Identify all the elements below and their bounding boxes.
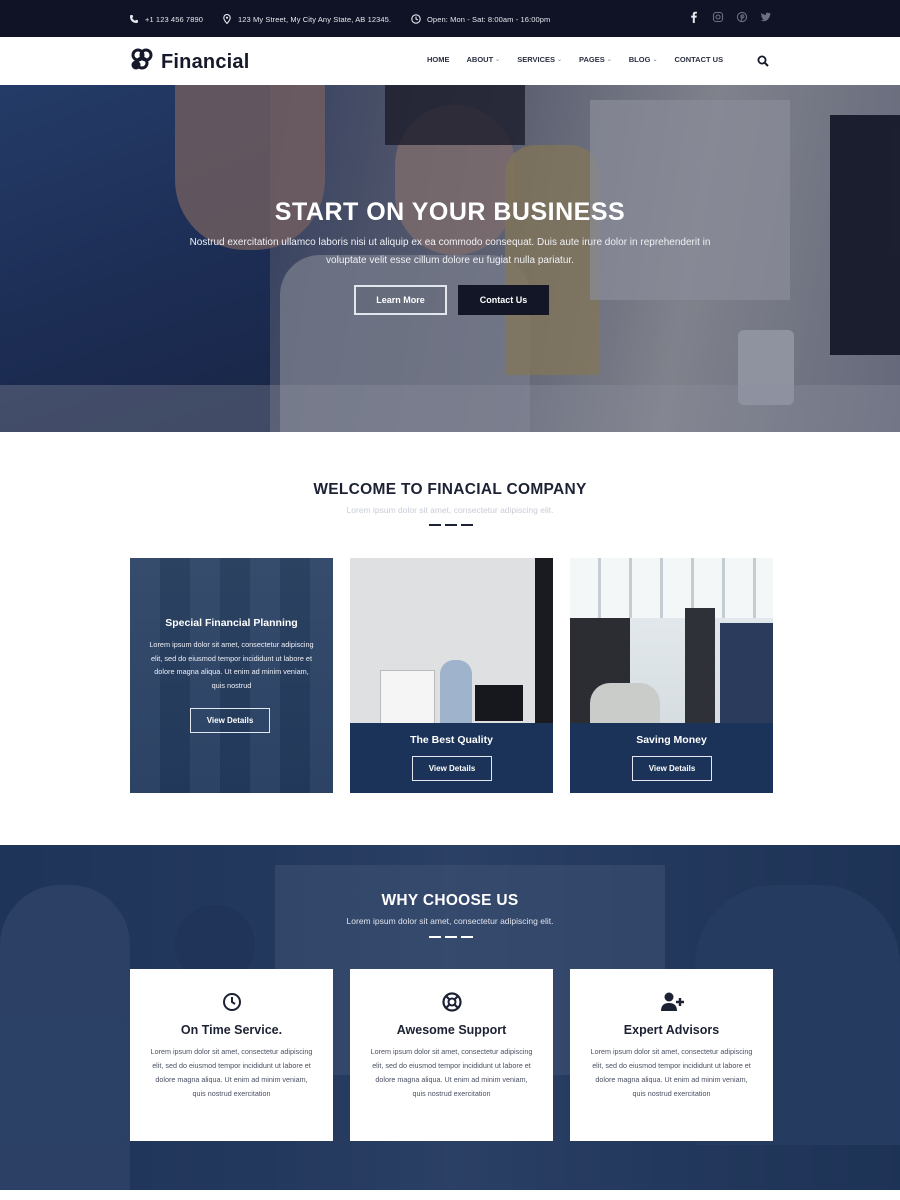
top-info-bar: +1 123 456 7890 123 My Street, My City A… (0, 0, 900, 37)
search-icon[interactable] (757, 54, 769, 67)
hours-text: Open: Mon - Sat: 8:00am - 16:00pm (427, 14, 551, 24)
card-title: Special Financial Planning (165, 617, 298, 629)
card-text: Lorem ipsum dolor sit amet, consectetur … (149, 640, 314, 690)
clock-icon (221, 991, 243, 1013)
social-links (688, 11, 772, 23)
phone-info[interactable]: +1 123 456 7890 (129, 12, 203, 26)
service-card-quality: The Best Quality View Details (350, 558, 553, 793)
welcome-subtitle: Lorem ipsum dolor sit amet, consectetur … (346, 505, 554, 515)
logo-text: Financial (161, 51, 250, 73)
feature-card-on-time: On Time Service. Lorem ipsum dolor sit a… (130, 969, 333, 1141)
feature-text: Lorem ipsum dolor sit amet, consectetur … (150, 1047, 313, 1098)
feature-title: Expert Advisors (623, 1023, 720, 1037)
nav-item-contact[interactable]: CONTACT US (674, 55, 723, 64)
service-card-planning: Special Financial Planning Lorem ipsum d… (130, 558, 333, 793)
card-title: The Best Quality (410, 734, 493, 746)
logo-mark-icon (129, 48, 155, 77)
chevron-down-icon: ⌄ (652, 57, 658, 63)
chevron-down-icon: ⌄ (606, 57, 612, 63)
card-photo-screen (475, 685, 523, 721)
feature-card-support: Awesome Support Lorem ipsum dolor sit am… (350, 969, 553, 1141)
chevron-down-icon: ⌄ (495, 57, 501, 63)
nav-item-blog[interactable]: BLOG ⌄ (629, 55, 658, 64)
facebook-icon[interactable] (688, 11, 700, 23)
card-photo-people-right (720, 623, 773, 723)
user-plus-icon (661, 991, 684, 1013)
site-logo[interactable]: Financial (129, 48, 250, 77)
hero-description: Nostrud exercitation ullamco laboris nis… (189, 237, 711, 266)
address-info: 123 My Street, My City Any State, AB 123… (222, 12, 391, 26)
phone-icon (129, 14, 139, 24)
twitter-icon[interactable] (760, 11, 772, 23)
hero-title: START ON YOUR BUSINESS (274, 198, 626, 226)
hero-banner: START ON YOUR BUSINESS Nostrud exercitat… (0, 85, 900, 432)
welcome-divider (429, 524, 473, 526)
feature-text: Lorem ipsum dolor sit amet, consectetur … (370, 1047, 533, 1098)
feature-title: Awesome Support (396, 1023, 507, 1037)
card-photo-chair (590, 683, 660, 723)
welcome-title: WELCOME TO FINACIAL COMPANY (313, 481, 587, 498)
view-details-button[interactable]: View Details (412, 756, 492, 781)
feature-card-advisors: Expert Advisors Lorem ipsum dolor sit am… (570, 969, 773, 1141)
pinterest-icon[interactable] (736, 11, 748, 23)
nav-item-about[interactable]: ABOUT ⌄ (467, 55, 501, 64)
why-title: WHY CHOOSE US (381, 892, 519, 909)
feature-text: Lorem ipsum dolor sit amet, consectetur … (590, 1047, 753, 1098)
map-pin-icon (222, 14, 232, 24)
nav-item-pages[interactable]: PAGES ⌄ (579, 55, 612, 64)
card-photo-people-center (685, 608, 715, 723)
card-photo-presenter (440, 660, 472, 730)
why-subtitle: Lorem ipsum dolor sit amet, consectetur … (346, 916, 554, 926)
hours-info: Open: Mon - Sat: 8:00am - 16:00pm (411, 12, 550, 26)
feature-title: On Time Service. (180, 1023, 283, 1037)
chevron-down-icon: ⌄ (557, 57, 563, 63)
card-photo-windows (570, 558, 773, 618)
why-divider (429, 936, 473, 938)
nav-item-home[interactable]: HOME (427, 55, 450, 64)
view-details-button[interactable]: View Details (632, 756, 712, 781)
phone-text: +1 123 456 7890 (145, 14, 204, 24)
card-photo-flipchart (380, 670, 435, 725)
life-ring-icon (441, 991, 463, 1013)
nav-item-services[interactable]: SERVICES ⌄ (517, 55, 562, 64)
nav-menu: HOME ABOUT ⌄ SERVICES ⌄ PAGES ⌄ BLOG ⌄ CONTA… (427, 55, 740, 64)
card-title: Saving Money (636, 734, 707, 746)
service-card-saving: Saving Money View Details (570, 558, 773, 793)
clock-icon (411, 14, 421, 24)
instagram-icon[interactable] (712, 11, 724, 23)
learn-more-button[interactable]: Learn More (354, 285, 447, 315)
contact-us-button[interactable]: Contact Us (458, 285, 549, 315)
view-details-button[interactable]: View Details (190, 708, 270, 733)
main-navbar: Financial HOME ABOUT ⌄ SERVICES ⌄ PAGES ⌄ B… (0, 37, 900, 85)
address-text: 123 My Street, My City Any State, AB 123… (238, 14, 392, 24)
